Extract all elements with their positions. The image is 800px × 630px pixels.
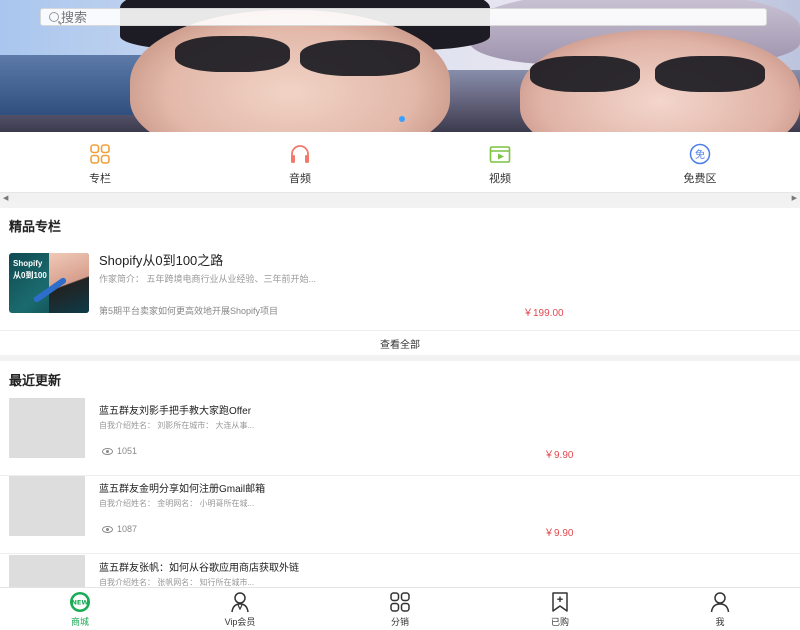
headphones-icon: [291, 144, 309, 163]
banner-dot-1[interactable]: [399, 116, 405, 122]
eye-icon: [102, 525, 113, 533]
scroll-left-icon[interactable]: ◀: [3, 194, 8, 202]
tab-me[interactable]: 我: [640, 588, 800, 630]
banner-sunglasses-right-2: [655, 56, 765, 92]
tab-purchased[interactable]: 已购: [480, 588, 640, 630]
category-label: 音频: [289, 172, 311, 185]
view-count: 1087: [117, 524, 138, 534]
category-free[interactable]: 免 免费区: [600, 132, 800, 192]
item-desc: 自我介绍姓名： 刘影所在城市： 大连从事...: [99, 421, 255, 430]
app-page: 专栏 音频 视频 免 免费区 ◀ ▶: [0, 0, 800, 630]
category-audio[interactable]: 音频: [200, 132, 400, 192]
item-desc: 自我介绍姓名： 金明网名： 小明哥所在城...: [99, 499, 255, 508]
view-count: 1051: [117, 446, 138, 456]
item-title: 蓝五群友张帆：如何从谷歌应用商店获取外链: [99, 563, 299, 574]
svg-text:免: 免: [695, 148, 705, 161]
recent-section-title: 最近更新: [9, 373, 62, 388]
eye-icon: [102, 447, 113, 455]
thumbnail-sub-text: 从0到100: [13, 271, 47, 280]
banner-sunglasses-left-2: [300, 40, 420, 76]
featured-title: Shopify从0到100之路: [99, 253, 224, 268]
item-title: 蓝五群友刘影手把手教大家跑Offer: [99, 406, 252, 417]
item-title: 蓝五群友金明分享如何注册Gmail邮箱: [99, 484, 266, 495]
tab-distribution[interactable]: 分销: [320, 588, 480, 630]
tab-label: 已购: [550, 616, 569, 627]
tab-label: 分销: [390, 616, 409, 627]
category-nav: 专栏 音频 视频 免 免费区: [0, 132, 800, 192]
category-label: 免费区: [683, 172, 717, 185]
featured-item[interactable]: Shopify 从0到100 Shopify从0到100之路 作家简介： 五年跨…: [0, 244, 800, 328]
item-views: 1087: [102, 524, 137, 534]
list-item[interactable]: 蓝五群友金明分享如何注册Gmail邮箱 自我介绍姓名： 金明网名： 小明哥所在城…: [0, 476, 800, 554]
new-badge-text: NEW: [71, 598, 88, 606]
person-icon: [710, 591, 730, 612]
scroll-right-icon[interactable]: ▶: [792, 194, 797, 202]
tab-vip[interactable]: Vip会员: [160, 588, 320, 630]
new-badge-icon: NEW: [70, 591, 90, 612]
tab-label: 商城: [70, 616, 89, 627]
item-views: 1051: [102, 446, 137, 456]
vip-person-icon: [231, 591, 249, 612]
hero-banner[interactable]: [0, 0, 800, 132]
search-input[interactable]: [61, 9, 661, 25]
thumbnail-logo-text: Shopify: [13, 259, 43, 268]
grid-icon: [90, 143, 110, 164]
item-price: ￥9.90: [544, 528, 574, 539]
item-thumbnail: [9, 476, 85, 536]
search-bar[interactable]: [40, 8, 767, 26]
horizontal-scrollbar[interactable]: ◀ ▶: [0, 192, 800, 202]
featured-price: ￥199.00: [523, 308, 564, 319]
section-divider: [0, 202, 800, 208]
free-badge-icon: 免: [689, 143, 711, 164]
list-item[interactable]: 蓝五群友刘影手把手教大家跑Offer 自我介绍姓名： 刘影所在城市： 大连从事.…: [0, 398, 800, 476]
search-icon: [49, 12, 59, 22]
bookmark-plus-icon: [552, 591, 568, 612]
tab-label: Vip会员: [224, 616, 256, 627]
item-price: ￥9.90: [544, 450, 574, 461]
item-thumbnail: [9, 398, 85, 458]
category-column[interactable]: 专栏: [0, 132, 200, 192]
featured-section-title: 精品专栏: [9, 219, 62, 234]
video-icon: [489, 145, 511, 163]
grid-icon: [390, 591, 410, 612]
category-video[interactable]: 视频: [400, 132, 600, 192]
tab-label: 我: [715, 616, 725, 627]
tab-mall[interactable]: NEW 商城: [0, 588, 160, 630]
featured-thumbnail: Shopify 从0到100: [9, 253, 89, 313]
featured-note: 第5期平台卖家如何更高效地开展Shopify项目: [99, 306, 279, 316]
featured-desc: 作家简介： 五年跨境电商行业从业经验、三年前开始...: [99, 274, 317, 284]
view-all-button[interactable]: 查看全部: [0, 330, 800, 355]
bottom-tabbar: NEW 商城 Vip会员 分销 已购 我: [0, 587, 800, 630]
category-label: 专栏: [89, 172, 111, 185]
banner-sunglasses-left-1: [175, 36, 290, 72]
banner-sunglasses-right-1: [530, 56, 640, 92]
section-divider: [0, 355, 800, 361]
category-label: 视频: [489, 172, 511, 185]
